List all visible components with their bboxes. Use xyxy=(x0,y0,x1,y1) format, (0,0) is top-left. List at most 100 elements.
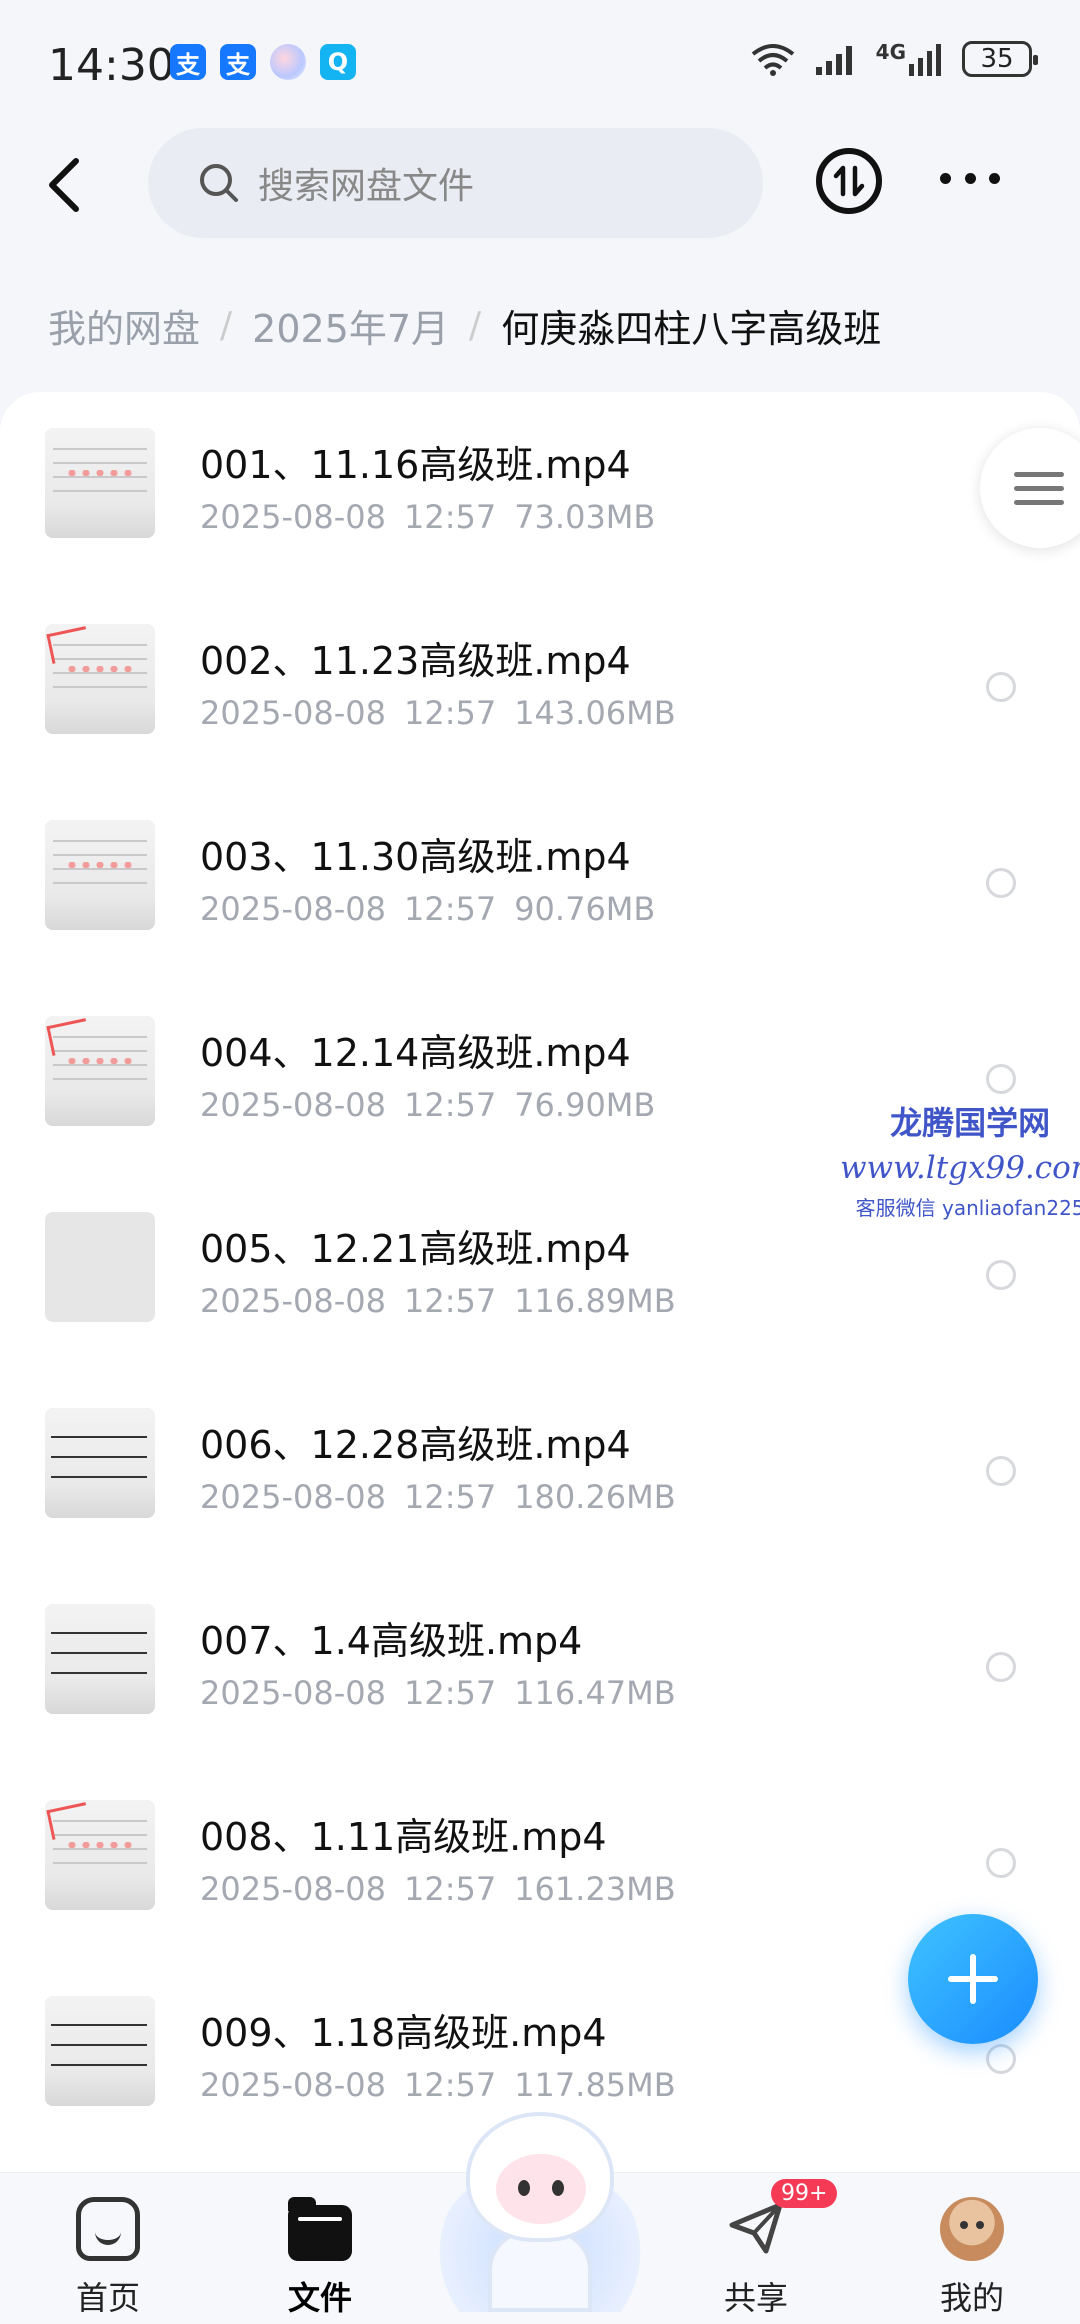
tab-files[interactable]: 文件 xyxy=(240,2183,400,2324)
breadcrumb-item-current: 何庚淼四柱八字高级班 xyxy=(501,307,882,351)
tab-profile[interactable]: 我的 xyxy=(892,2183,1052,2324)
file-time: 12:57 xyxy=(403,498,497,536)
network-type-label: 4G xyxy=(875,40,906,64)
breadcrumb-item-root[interactable]: 我的网盘 xyxy=(48,298,200,353)
add-button[interactable] xyxy=(908,1914,1038,2044)
tab-home-label: 首页 xyxy=(75,2279,140,2317)
file-row[interactable]: 003、11.30高级班.mp4 2025-08-08 12:57 90.76MB xyxy=(0,784,1080,980)
file-date: 2025-08-08 xyxy=(200,694,386,732)
file-name: 004、12.14高级班.mp4 xyxy=(200,1031,631,1075)
select-radio[interactable] xyxy=(986,1848,1016,1878)
back-icon[interactable] xyxy=(40,155,90,215)
file-row[interactable]: 001、11.16高级班.mp4 2025-08-08 12:57 73.03MB xyxy=(0,392,1080,588)
file-name: 002、11.23高级班.mp4 xyxy=(200,639,631,683)
file-time: 12:57 xyxy=(403,1870,497,1908)
system-icons: 4G 35 xyxy=(750,40,1038,78)
file-date: 2025-08-08 xyxy=(200,2066,386,2104)
file-size: 161.23MB xyxy=(514,1870,676,1908)
file-size: 143.06MB xyxy=(514,694,676,732)
file-date: 2025-08-08 xyxy=(200,890,386,928)
wifi-icon xyxy=(751,44,794,76)
video-thumbnail xyxy=(45,1800,155,1910)
file-list: 001、11.16高级班.mp4 2025-08-08 12:57 73.03MB 00… xyxy=(0,392,1080,2172)
signal-4g-icon: 4G xyxy=(876,40,944,78)
mascot-icon[interactable] xyxy=(430,2112,650,2312)
share-badge: 99+ xyxy=(771,2179,838,2208)
file-time: 12:57 xyxy=(403,1674,497,1712)
watermark: 龙腾国学网 www.ltgx99.com 客服微信 yanliaofan225 xyxy=(840,1098,1080,1221)
file-time: 12:57 xyxy=(403,890,497,928)
file-date: 2025-08-08 xyxy=(200,1478,386,1516)
tab-profile-label: 我的 xyxy=(939,2279,1004,2317)
file-meta: 2025-08-08 12:57 116.47MB xyxy=(200,1674,676,1712)
breadcrumb-item-month[interactable]: 2025年7月 xyxy=(252,298,449,353)
watermark-contact: 客服微信 yanliaofan225 xyxy=(855,1196,1080,1220)
video-thumbnail xyxy=(45,1212,155,1322)
alipay-icon: 支 xyxy=(170,44,206,80)
status-bar: 14:30 支 支 Q 4G 35 xyxy=(0,0,1080,120)
home-icon xyxy=(76,2197,140,2261)
search-input[interactable]: 搜索网盘文件 xyxy=(148,128,763,238)
avatar-icon xyxy=(940,2197,1004,2261)
file-row[interactable]: 002、11.23高级班.mp4 2025-08-08 12:57 143.06MB xyxy=(0,588,1080,784)
file-meta: 2025-08-08 12:57 180.26MB xyxy=(200,1478,676,1516)
pastel-app-icon xyxy=(270,44,306,80)
search-icon xyxy=(200,164,238,202)
file-size: 76.90MB xyxy=(514,1086,656,1124)
more-options-icon[interactable] xyxy=(940,158,1000,198)
battery-icon: 35 xyxy=(962,41,1038,77)
file-row[interactable]: 008、1.11高级班.mp4 2025-08-08 12:57 161.23MB xyxy=(0,1764,1080,1960)
select-radio[interactable] xyxy=(986,1652,1016,1682)
file-name: 007、1.4高级班.mp4 xyxy=(200,1619,583,1663)
file-time: 12:57 xyxy=(403,2066,497,2104)
select-radio[interactable] xyxy=(986,672,1016,702)
file-row[interactable]: 006、12.28高级班.mp4 2025-08-08 12:57 180.26MB xyxy=(0,1372,1080,1568)
notification-icons: 支 支 Q xyxy=(170,44,356,80)
transfer-button[interactable] xyxy=(816,148,882,214)
select-radio[interactable] xyxy=(986,1064,1016,1094)
status-time: 14:30 xyxy=(48,40,175,91)
top-bar: 搜索网盘文件 xyxy=(0,120,1080,250)
file-meta: 2025-08-08 12:57 143.06MB xyxy=(200,694,676,732)
file-date: 2025-08-08 xyxy=(200,1674,386,1712)
file-time: 12:57 xyxy=(403,694,497,732)
file-date: 2025-08-08 xyxy=(200,1870,386,1908)
file-date: 2025-08-08 xyxy=(200,1086,386,1124)
file-meta: 2025-08-08 12:57 76.90MB xyxy=(200,1086,655,1124)
file-row[interactable]: 007、1.4高级班.mp4 2025-08-08 12:57 116.47MB xyxy=(0,1568,1080,1764)
search-placeholder: 搜索网盘文件 xyxy=(258,166,475,207)
select-radio[interactable] xyxy=(986,1260,1016,1290)
tab-home[interactable]: 首页 xyxy=(28,2183,188,2324)
file-meta: 2025-08-08 12:57 117.85MB xyxy=(200,2066,676,2104)
file-name: 003、11.30高级班.mp4 xyxy=(200,835,631,879)
file-meta: 2025-08-08 12:57 116.89MB xyxy=(200,1282,676,1320)
watermark-title: 龙腾国学网 xyxy=(890,1104,1051,1142)
video-thumbnail xyxy=(45,820,155,930)
share-icon xyxy=(729,2202,783,2254)
video-thumbnail xyxy=(45,1604,155,1714)
select-radio[interactable] xyxy=(986,868,1016,898)
file-meta: 2025-08-08 12:57 73.03MB xyxy=(200,498,655,536)
file-name: 001、11.16高级班.mp4 xyxy=(200,443,631,487)
transfer-icon xyxy=(833,165,865,197)
tab-share[interactable]: 99+ 共享 xyxy=(676,2179,838,2324)
file-name: 006、12.28高级班.mp4 xyxy=(200,1423,631,1467)
tab-files-label: 文件 xyxy=(287,2279,352,2317)
video-thumbnail xyxy=(45,1408,155,1518)
file-size: 73.03MB xyxy=(514,498,656,536)
file-date: 2025-08-08 xyxy=(200,498,386,536)
search-app-icon: Q xyxy=(320,44,356,80)
signal-bars-icon xyxy=(909,44,941,76)
signal-icon xyxy=(815,46,852,75)
folder-icon xyxy=(288,2197,352,2261)
video-thumbnail xyxy=(45,1996,155,2106)
breadcrumb: 我的网盘 / 2025年7月 / 何庚淼四柱八字高级班 xyxy=(48,298,881,353)
tab-share-label: 共享 xyxy=(723,2279,788,2317)
select-radio[interactable] xyxy=(986,1456,1016,1486)
file-size: 116.89MB xyxy=(514,1282,676,1320)
file-name: 005、12.21高级班.mp4 xyxy=(200,1227,631,1271)
select-radio[interactable] xyxy=(986,2044,1016,2074)
file-size: 180.26MB xyxy=(514,1478,676,1516)
video-thumbnail xyxy=(45,624,155,734)
file-size: 90.76MB xyxy=(514,890,656,928)
